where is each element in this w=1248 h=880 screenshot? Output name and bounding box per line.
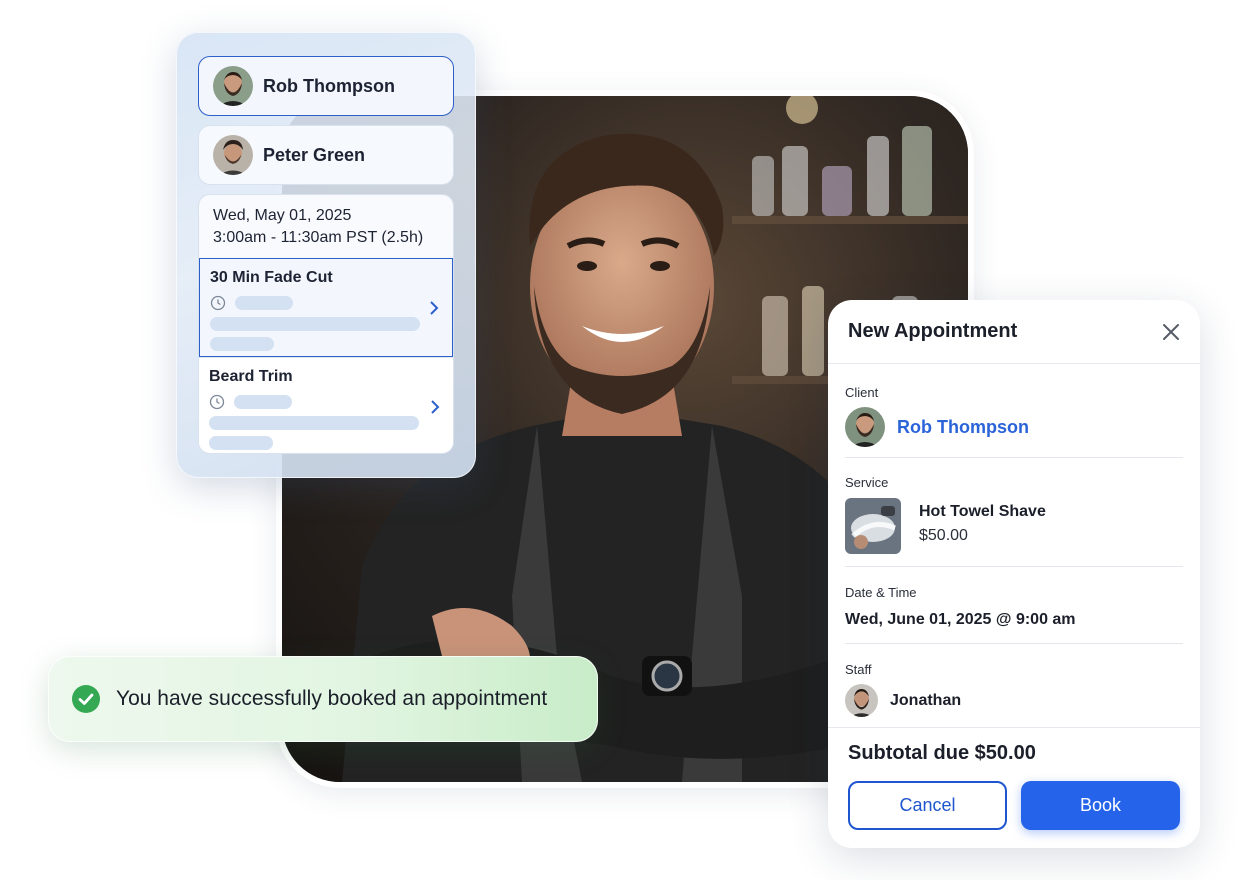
- staff-selection-panel: Rob Thompson Peter Green Wed, May 01, 20…: [176, 32, 476, 478]
- datetime-section: Date & Time Wed, June 01, 2025 @ 9:00 am: [845, 567, 1183, 644]
- staff-name: Rob Thompson: [263, 75, 395, 96]
- cancel-button[interactable]: Cancel: [848, 781, 1007, 830]
- service-price: $50.00: [919, 527, 968, 544]
- skeleton-placeholder: [210, 337, 274, 351]
- schedule-datetime: Wed, May 01, 2025 3:00am - 11:30am PST (…: [199, 195, 453, 258]
- chevron-right-icon: [431, 400, 440, 414]
- schedule-date: Wed, May 01, 2025: [213, 207, 352, 224]
- service-item-fade-cut[interactable]: 30 Min Fade Cut: [199, 258, 453, 357]
- avatar: [213, 66, 253, 106]
- skeleton-placeholder: [234, 395, 292, 409]
- modal-title: New Appointment: [848, 320, 1018, 342]
- new-appointment-modal: New Appointment Client Rob Thompson Serv…: [828, 300, 1200, 848]
- client-label: Client: [845, 385, 879, 400]
- staff-option-rob-thompson[interactable]: Rob Thompson: [198, 56, 454, 116]
- datetime-value[interactable]: Wed, June 01, 2025 @ 9:00 am: [845, 611, 1183, 629]
- staff-option-peter-green[interactable]: Peter Green: [198, 125, 454, 185]
- chevron-right-icon: [430, 301, 439, 315]
- check-circle-icon: [72, 685, 100, 713]
- modal-body: Client Rob Thompson Service Hot Towel Sh…: [828, 364, 1200, 728]
- service-title: Hot Towel Shave: [919, 503, 1046, 520]
- staff-label: Staff: [845, 662, 872, 677]
- staff-section: Staff Jonathan: [845, 644, 1183, 728]
- service-name: Beard Trim: [209, 368, 293, 385]
- skeleton-placeholder: [209, 436, 273, 450]
- client-name-link[interactable]: Rob Thompson: [897, 417, 1029, 438]
- skeleton-placeholder: [235, 296, 293, 310]
- skeleton-placeholder: [210, 317, 420, 331]
- book-button[interactable]: Book: [1021, 781, 1180, 830]
- avatar: [845, 407, 885, 447]
- modal-header: New Appointment: [828, 300, 1200, 364]
- avatar: [845, 684, 878, 717]
- schedule-time: 3:00am - 11:30am PST (2.5h): [213, 229, 424, 246]
- schedule-box: Wed, May 01, 2025 3:00am - 11:30am PST (…: [198, 194, 454, 454]
- service-name: 30 Min Fade Cut: [210, 269, 333, 286]
- clock-icon: [210, 295, 226, 311]
- success-toast: You have successfully booked an appointm…: [48, 656, 598, 742]
- avatar: [213, 135, 253, 175]
- close-icon[interactable]: [1162, 323, 1180, 341]
- staff-name: Peter Green: [263, 144, 366, 165]
- service-label: Service: [845, 475, 889, 490]
- datetime-label: Date & Time: [845, 585, 917, 600]
- toast-message: You have successfully booked an appointm…: [116, 687, 548, 710]
- client-section: Client Rob Thompson: [845, 364, 1183, 458]
- modal-footer: Subtotal due $50.00 Cancel Book: [828, 727, 1200, 848]
- service-item-beard-trim[interactable]: Beard Trim: [199, 357, 453, 453]
- service-section: Service Hot Towel Shave $50.00: [845, 458, 1183, 567]
- service-thumbnail: [845, 498, 901, 554]
- staff-name[interactable]: Jonathan: [890, 692, 961, 710]
- clock-icon: [209, 394, 225, 410]
- subtotal: Subtotal due $50.00: [848, 742, 1036, 764]
- skeleton-placeholder: [209, 416, 419, 430]
